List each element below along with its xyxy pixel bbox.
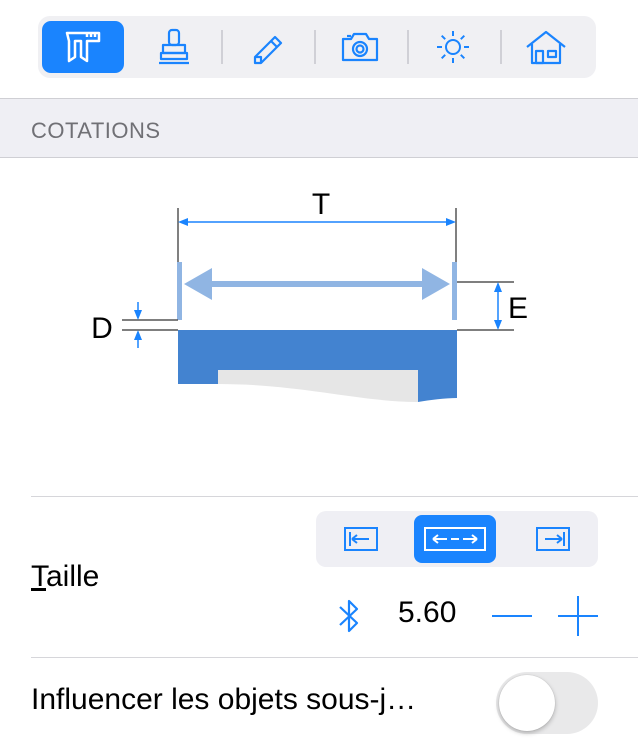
align-left-icon xyxy=(344,527,378,551)
material-cut xyxy=(218,370,418,402)
toggle-knob xyxy=(499,675,555,731)
section-title: COTATIONS xyxy=(31,118,161,143)
decrement-button[interactable] xyxy=(490,596,534,641)
align-right-button[interactable] xyxy=(512,515,594,563)
section-header: COTATIONS xyxy=(0,98,638,158)
label-t: T xyxy=(312,188,330,221)
bluetooth-button[interactable] xyxy=(336,596,362,641)
tool-button-draw[interactable] xyxy=(226,21,308,73)
tool-button-home[interactable] xyxy=(505,21,587,73)
tolerance-bar-right xyxy=(452,262,457,320)
influence-objects-label: Influencer les objets sous-j… xyxy=(31,683,417,716)
size-label: Taille xyxy=(31,560,100,593)
caliper-icon xyxy=(65,31,101,63)
tool-button-dimensions[interactable] xyxy=(42,21,124,73)
influence-objects-toggle[interactable] xyxy=(496,672,598,734)
stamp-icon xyxy=(159,28,189,65)
tolerance-bar-left xyxy=(177,262,182,320)
increment-button[interactable] xyxy=(556,596,600,641)
size-value: 5.60 xyxy=(398,596,457,629)
tool-button-brightness[interactable] xyxy=(412,21,494,73)
tool-button-stamp[interactable] xyxy=(133,21,215,73)
align-center-icon xyxy=(424,527,486,551)
label-e: E xyxy=(508,292,528,325)
minus-icon xyxy=(492,615,532,617)
pencil-icon xyxy=(253,35,283,65)
dimension-diagram: T E D xyxy=(91,188,528,402)
home-icon xyxy=(526,30,566,65)
align-right-icon xyxy=(536,527,570,551)
alignment-segmented-control xyxy=(316,511,598,567)
tool-button-camera[interactable] xyxy=(319,21,401,73)
label-d: D xyxy=(91,312,113,345)
align-center-button[interactable] xyxy=(414,515,496,563)
bluetooth-icon xyxy=(339,599,359,633)
tool-toolbar xyxy=(38,16,596,78)
brightness-icon xyxy=(437,31,469,63)
camera-icon xyxy=(341,32,379,62)
align-left-button[interactable] xyxy=(320,515,402,563)
plus-icon xyxy=(558,596,598,636)
